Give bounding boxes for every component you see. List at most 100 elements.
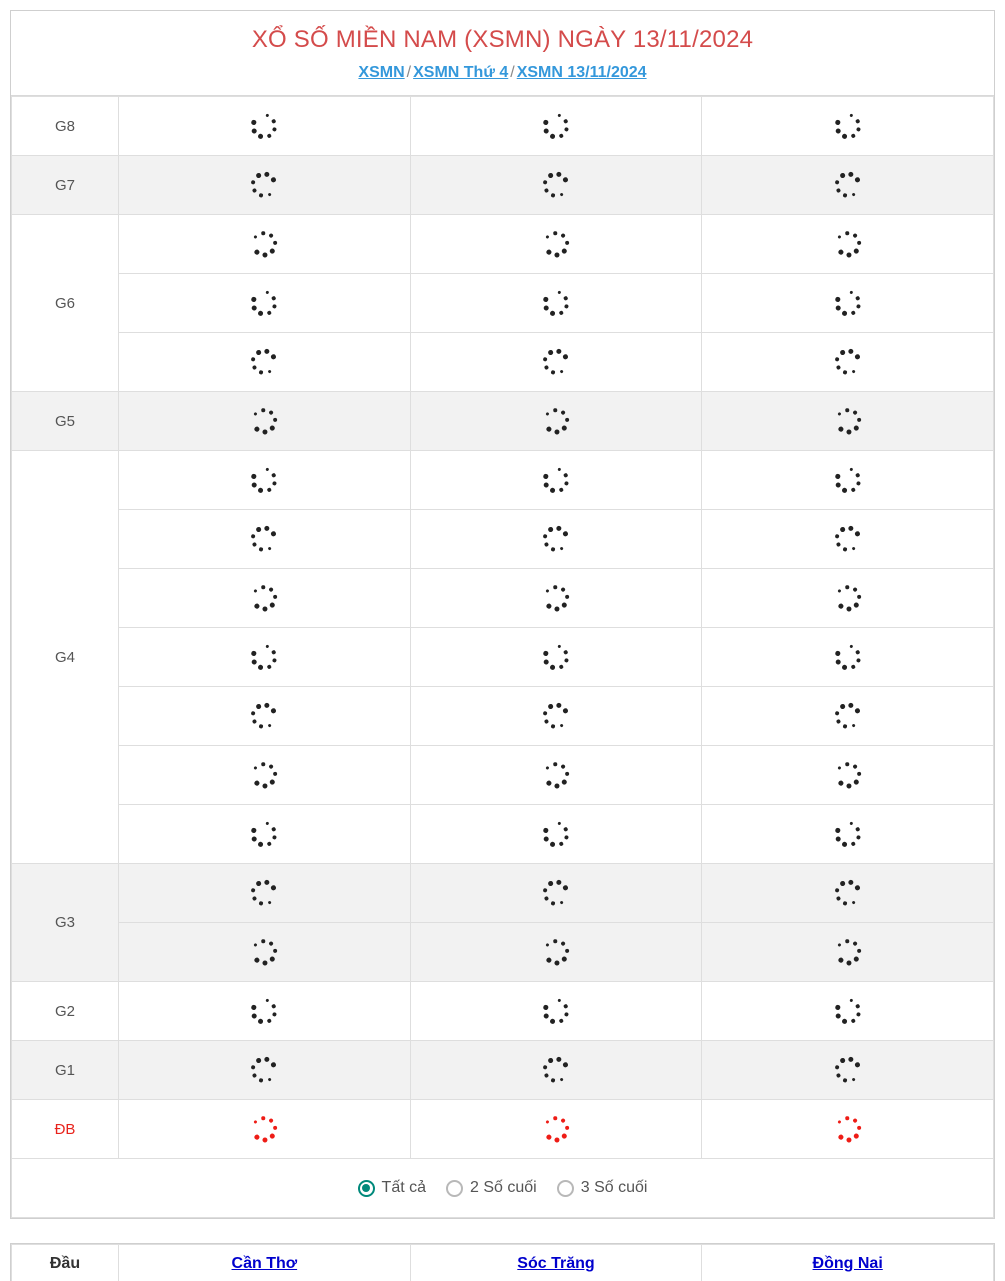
loading-spinner-icon: [827, 754, 869, 796]
prize-label-g2: G2: [11, 981, 119, 1041]
loading-spinner-icon: [829, 461, 867, 499]
breadcrumb-separator-1: /: [406, 64, 412, 81]
table-row: [12, 568, 994, 628]
result-cell: [409, 96, 703, 156]
loading-spinner-icon: [244, 342, 285, 383]
table-row: G7: [11, 155, 994, 215]
result-cell: [409, 686, 703, 746]
loading-spinner-icon: [829, 992, 867, 1030]
result-cell: [409, 863, 703, 923]
table-row: G3: [11, 863, 994, 982]
result-cell: [701, 450, 994, 510]
table-row: [12, 686, 994, 746]
result-cell: [409, 391, 703, 451]
result-cell: [409, 155, 703, 215]
result-cell: [701, 981, 994, 1041]
result-cell: [701, 332, 994, 392]
province-header-cell: Cần Thơ: [118, 1244, 411, 1281]
result-cell: [409, 1099, 703, 1159]
result-cell: [118, 686, 411, 746]
table-row: [12, 922, 994, 982]
result-cell: [409, 981, 703, 1041]
result-cell: [118, 450, 411, 510]
loading-spinner-icon: [243, 400, 285, 442]
breadcrumb-link-date[interactable]: XSMN 13/11/2024: [517, 64, 647, 81]
radio-label: 3 Số cuối: [580, 1179, 648, 1196]
loading-spinner-icon: [535, 165, 576, 206]
loading-spinner-icon: [243, 931, 285, 973]
result-cell: [118, 1099, 411, 1159]
result-cell: [701, 686, 994, 746]
loading-spinner-icon: [244, 519, 285, 560]
table-row: [12, 745, 994, 805]
loading-spinner-icon: [829, 815, 867, 853]
table-row: [12, 627, 994, 687]
result-cell: [118, 863, 411, 923]
result-cell: [701, 568, 994, 628]
result-cell: [118, 981, 411, 1041]
loading-spinner-icon: [827, 342, 868, 383]
result-cell: [701, 1099, 994, 1159]
breadcrumb-link-xsmn[interactable]: XSMN: [358, 64, 404, 81]
table-row: [12, 509, 994, 569]
table-row: ĐB: [11, 1099, 994, 1159]
table-row: G6: [11, 214, 994, 392]
result-cell: [118, 1040, 411, 1100]
table-row: G8: [11, 96, 994, 156]
province-link-dong-nai[interactable]: Đồng Nai: [813, 1255, 883, 1272]
table-row: [12, 804, 994, 864]
loading-spinner-icon: [537, 815, 575, 853]
radio-button-icon[interactable]: [446, 1179, 464, 1197]
province-link-soc-trang[interactable]: Sóc Trăng: [517, 1255, 594, 1272]
result-cell: [409, 509, 703, 569]
result-cell: [701, 863, 994, 923]
loading-spinner-icon: [827, 931, 869, 973]
loading-spinner-icon: [535, 931, 577, 973]
result-cell: [701, 391, 994, 451]
loading-spinner-icon: [243, 754, 285, 796]
loading-spinner-icon: [535, 873, 576, 914]
lottery-result-panel: XỔ SỐ MIỀN NAM (XSMN) NGÀY 13/11/2024 XS…: [10, 10, 995, 1219]
result-cell: [409, 627, 703, 687]
prize-label-g8: G8: [11, 96, 119, 156]
result-cell: [409, 745, 703, 805]
loading-spinner-icon: [245, 284, 283, 322]
loading-spinner-icon: [535, 577, 577, 619]
breadcrumb: XSMN / XSMN Thứ 4/XSMN 13/11/2024: [21, 63, 984, 83]
result-cell: [118, 155, 411, 215]
result-cell: [701, 922, 994, 982]
loading-spinner-icon: [537, 638, 575, 676]
radio-button-icon[interactable]: [357, 1179, 375, 1197]
loading-spinner-icon: [243, 577, 285, 619]
result-cell: [118, 96, 411, 156]
result-cell: [701, 96, 994, 156]
radio-option-3-digits[interactable]: 3 Số cuối: [556, 1179, 648, 1197]
loading-spinner-icon: [827, 1050, 868, 1091]
radio-button-icon[interactable]: [556, 1179, 574, 1197]
prize-label-g7: G7: [11, 155, 119, 215]
result-cell: [701, 745, 994, 805]
loading-spinner-icon: [537, 461, 575, 499]
loading-spinner-icon: [243, 1108, 285, 1150]
result-cell: [701, 155, 994, 215]
radio-option-2-digits[interactable]: 2 Số cuối: [446, 1179, 537, 1197]
page-title: XỔ SỐ MIỀN NAM (XSMN) NGÀY 13/11/2024: [251, 26, 754, 53]
table-row: [12, 332, 994, 392]
loading-spinner-icon: [827, 519, 868, 560]
prize-label-g1: G1: [11, 1040, 119, 1100]
province-link-can-tho[interactable]: Cần Thơ: [232, 1255, 298, 1272]
result-cell: [409, 922, 703, 982]
loading-spinner-icon: [827, 577, 869, 619]
loading-spinner-icon: [245, 815, 283, 853]
breadcrumb-link-weekday[interactable]: XSMN Thứ 4: [413, 64, 508, 81]
result-cell: [118, 745, 411, 805]
table-row: G1: [11, 1040, 994, 1100]
radio-option-all[interactable]: Tất cả: [357, 1179, 426, 1197]
loading-spinner-icon: [245, 638, 283, 676]
prize-label-g4: G4: [11, 450, 119, 864]
result-cell: [701, 627, 994, 687]
table-row: [12, 273, 994, 333]
result-cell: [118, 804, 411, 864]
result-cell: [409, 273, 703, 333]
loading-spinner-icon: [537, 992, 575, 1030]
